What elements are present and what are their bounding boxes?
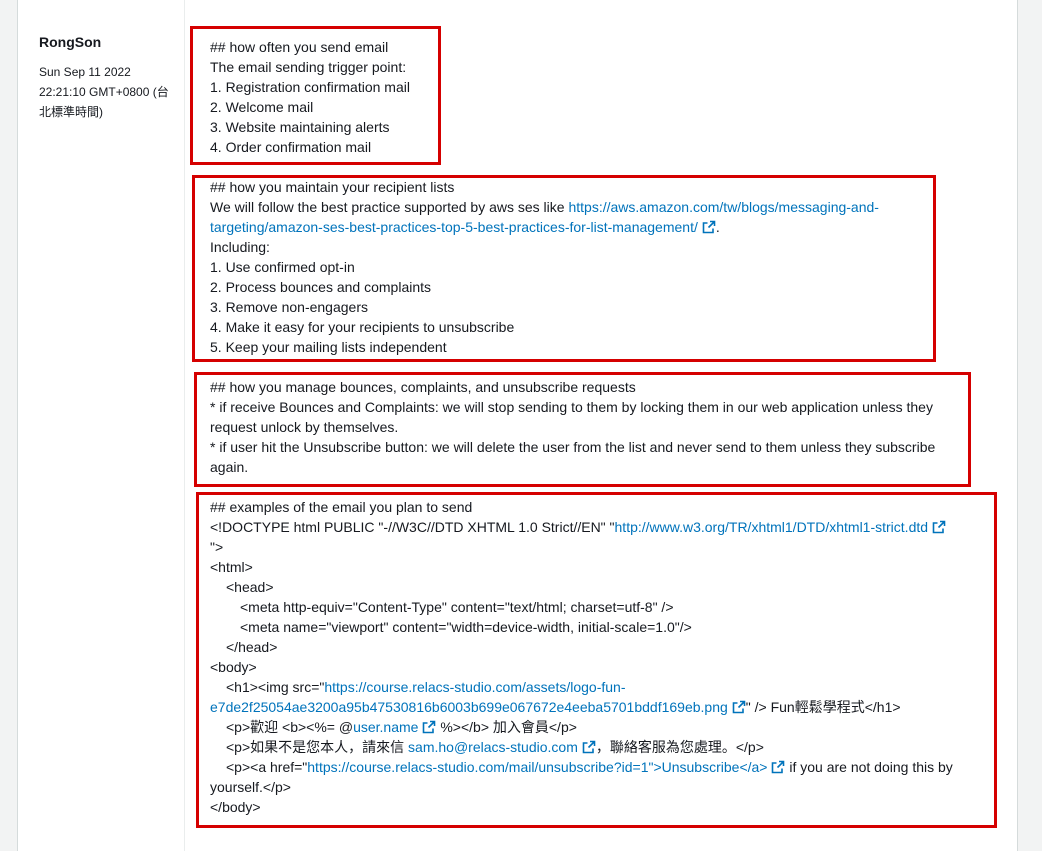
comment-date-line: Sun Sep 11 2022 — [39, 65, 131, 79]
comment-date-line: 22:21:10 GMT+0800 (台 — [39, 85, 169, 99]
highlight-box-email-examples — [196, 492, 997, 828]
highlight-box-bounces — [194, 372, 971, 487]
comment-author: RongSon — [39, 34, 102, 50]
comment-date-line: 北標準時間) — [39, 105, 103, 119]
highlight-box-send-frequency — [190, 26, 441, 165]
comment-meta: RongSon Sun Sep 11 2022 22:21:10 GMT+080… — [18, 0, 185, 851]
highlight-box-recipient-lists — [192, 175, 936, 362]
